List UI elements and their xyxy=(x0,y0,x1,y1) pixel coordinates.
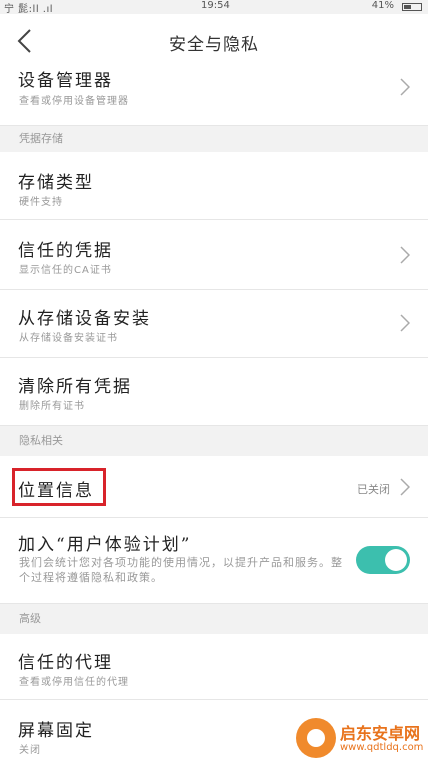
row-subtitle: 关闭 xyxy=(19,745,41,756)
row-label: 屏幕固定 xyxy=(18,721,94,741)
toggle-knob xyxy=(385,549,407,571)
row-label: 加入“用户体验计划” xyxy=(18,535,192,555)
row-subtitle: 从存储设备安装证书 xyxy=(19,333,118,344)
page-title: 安全与隐私 xyxy=(169,35,259,55)
signal-indicator: 宁 髭:ll .ıl xyxy=(4,4,54,15)
watermark: 启东安卓网 www.qdtldq.com xyxy=(296,716,426,762)
row-label: 清除所有凭据 xyxy=(18,377,132,397)
row-label: 信任的代理 xyxy=(18,653,113,673)
battery-percent: 41% xyxy=(371,0,394,11)
ux-plan-description: 我们会统计您对各项功能的使用情况，以提升产品和服务。整个过程将遵循隐私和政策。 xyxy=(19,556,343,584)
location-status: 已关闭 xyxy=(357,483,390,496)
app-header: 安全与隐私 xyxy=(0,14,428,66)
ux-plan-toggle[interactable] xyxy=(356,546,410,574)
battery-icon xyxy=(402,3,422,11)
chevron-right-icon xyxy=(400,478,410,496)
clear-credentials-row[interactable]: 清除所有凭据 删除所有证书 xyxy=(0,358,428,426)
row-label: 设备管理器 xyxy=(18,71,113,91)
chevron-right-icon xyxy=(400,314,410,332)
section-header-privacy: 隐私相关 xyxy=(0,426,428,456)
row-subtitle: 查看或停用设备管理器 xyxy=(19,96,129,107)
device-manager-row[interactable]: 设备管理器 查看或停用设备管理器 xyxy=(0,66,428,126)
status-time: 19:54 xyxy=(201,0,230,11)
status-bar: 宁 髭:ll .ıl 19:54 41% xyxy=(0,0,428,15)
chevron-right-icon xyxy=(400,78,410,96)
row-label: 位置信息 xyxy=(18,481,94,501)
storage-type-row[interactable]: 存储类型 硬件支持 xyxy=(0,152,428,220)
watermark-name: 启东安卓网 xyxy=(340,724,421,743)
install-from-storage-row[interactable]: 从存储设备安装 从存储设备安装证书 xyxy=(0,290,428,358)
row-subtitle: 硬件支持 xyxy=(19,197,63,208)
watermark-logo-icon xyxy=(296,718,336,758)
chevron-right-icon xyxy=(400,246,410,264)
row-label: 从存储设备安装 xyxy=(18,309,151,329)
row-label: 信任的凭据 xyxy=(18,241,113,261)
trusted-credentials-row[interactable]: 信任的凭据 显示信任的CA证书 xyxy=(0,220,428,290)
location-row[interactable]: 位置信息 已关闭 xyxy=(0,456,428,518)
section-header-advanced: 高级 xyxy=(0,604,428,634)
trust-agents-row[interactable]: 信任的代理 查看或停用信任的代理 xyxy=(0,634,428,700)
watermark-url: www.qdtldq.com xyxy=(340,742,424,753)
section-header-credentials: 凭据存储 xyxy=(0,126,428,152)
row-label: 存储类型 xyxy=(18,173,94,193)
row-subtitle: 查看或停用信任的代理 xyxy=(19,677,129,688)
row-subtitle: 显示信任的CA证书 xyxy=(19,265,112,276)
row-subtitle: 删除所有证书 xyxy=(19,401,85,412)
